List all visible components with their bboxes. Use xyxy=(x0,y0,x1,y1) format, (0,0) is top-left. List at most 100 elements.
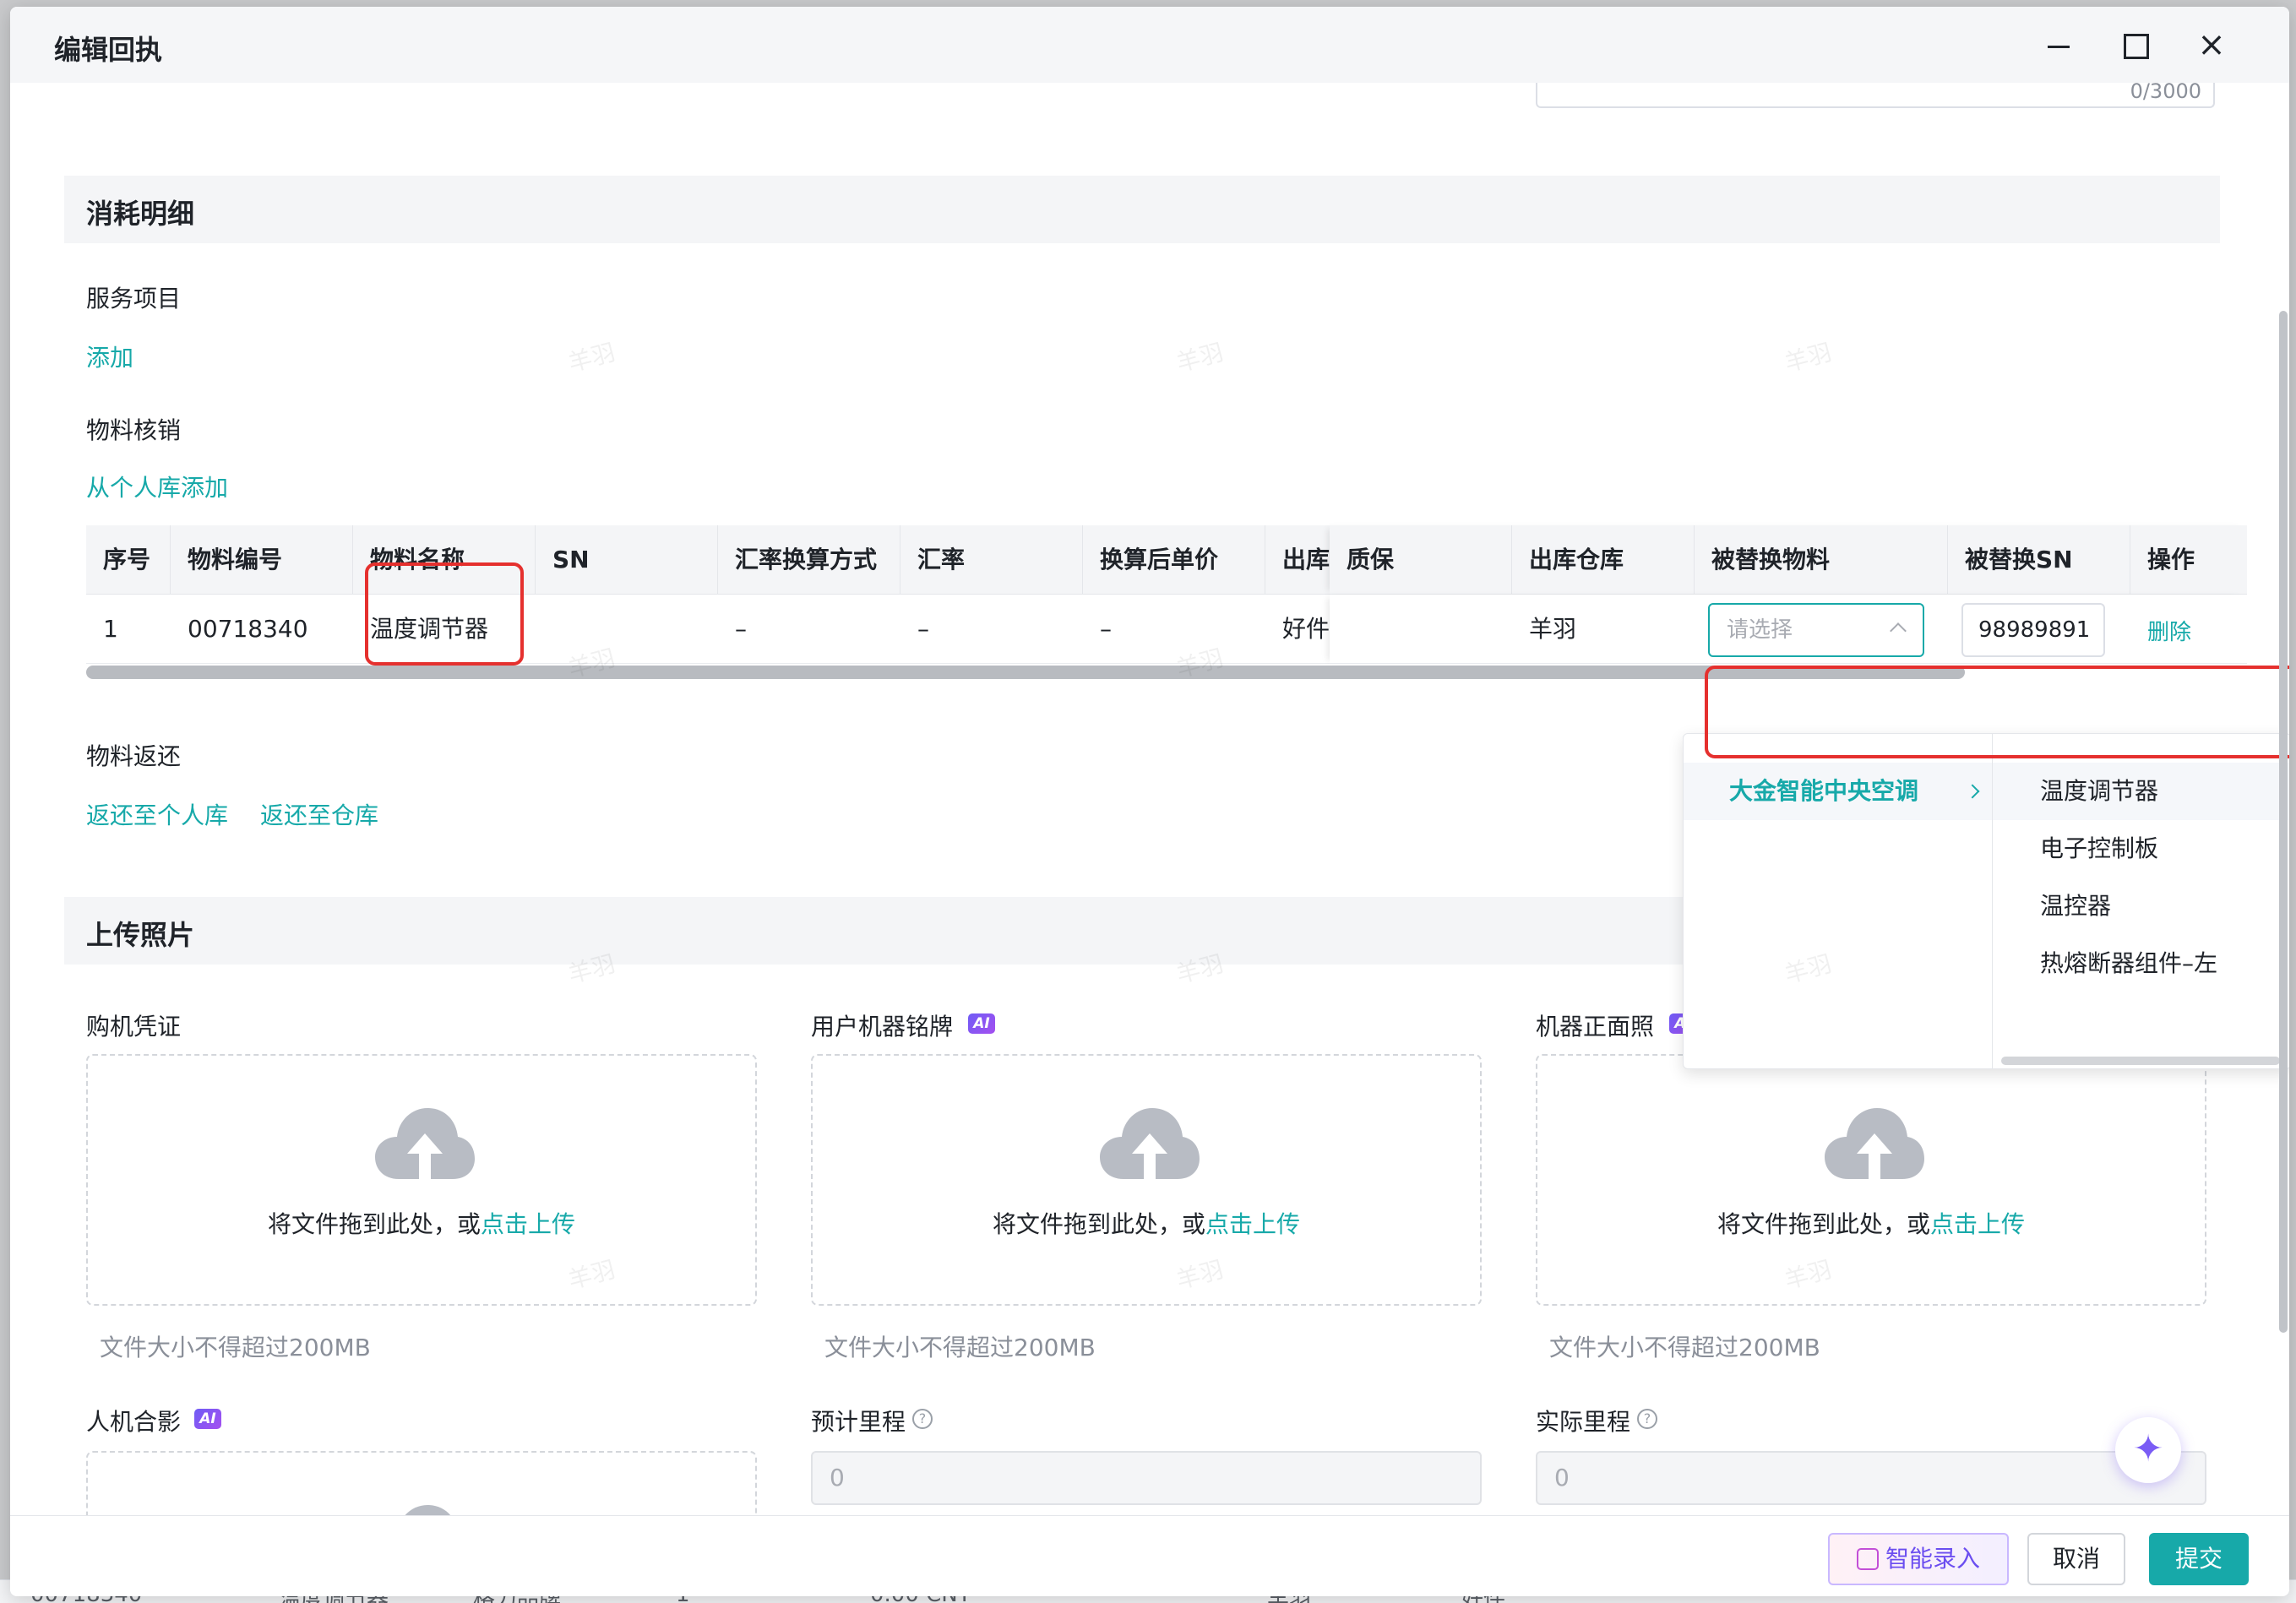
estimated-mileage-input[interactable]: 0 xyxy=(811,1451,1482,1505)
front-photo-label: 机器正面照 xyxy=(1536,1013,1655,1041)
upload-drag-text: 将文件拖到此处，或 xyxy=(1717,1210,1930,1238)
material-table-header: 序号 物料编号 物料名称 SN 汇率换算方式 汇率 换算后单价 出库 xyxy=(86,525,1338,595)
ai-badge-icon: AI xyxy=(194,1409,221,1429)
select-placeholder: 请选择 xyxy=(1727,617,1793,643)
table-horizontal-scrollbar[interactable] xyxy=(86,666,1965,679)
chevron-right-icon xyxy=(1965,784,1980,799)
size-hint: 文件大小不得超过200MB xyxy=(100,1334,371,1361)
add-service-link[interactable]: 添加 xyxy=(86,340,133,373)
col-warehouse: 出库仓库 xyxy=(1512,525,1695,595)
submit-button[interactable]: 提交 xyxy=(2149,1533,2249,1585)
smart-input-label: 智能录入 xyxy=(1885,1545,1980,1573)
col-replaced-sn: 被替换SN xyxy=(1948,525,2130,595)
char-counter: 0/3000 xyxy=(2130,83,2201,103)
watermark: 羊羽 xyxy=(565,338,618,378)
sparkle-icon: ✦ xyxy=(2132,1427,2164,1470)
col-index: 序号 xyxy=(86,525,171,595)
col-sn: SN xyxy=(536,525,718,595)
col-actions: 操作 xyxy=(2147,546,2195,573)
col-material-code: 物料编号 xyxy=(171,525,353,595)
nameplate-label: 用户机器铭牌 xyxy=(811,1013,954,1041)
cascader-dropdown: 大金智能中央空调 温度调节器 电子控制板 温控器 热熔断器组件–左 xyxy=(1683,733,2289,1069)
edit-receipt-dialog: 编辑回执 × 0/3000 消耗明细 服务项目 添加 物料核销 从个人库添加 序… xyxy=(10,7,2289,1596)
cell-replaced-material: 请选择 xyxy=(1695,595,1948,664)
click-upload-link[interactable]: 点击上传 xyxy=(1205,1210,1300,1238)
cancel-button[interactable]: 取消 xyxy=(2027,1533,2125,1585)
section-title: 消耗明细 xyxy=(86,198,195,230)
actual-mileage-input[interactable]: 0 xyxy=(1536,1451,2206,1505)
cascader-option[interactable]: 温控器 xyxy=(1993,878,2289,935)
replaced-sn-input[interactable]: 98989891 xyxy=(1961,603,2105,657)
cascader-level1: 大金智能中央空调 xyxy=(1684,734,1993,1068)
cloud-upload-icon xyxy=(405,1505,450,1515)
cascader-option[interactable]: 热熔断器组件–左 xyxy=(1993,935,2289,992)
delete-row-link[interactable]: 删除 xyxy=(2147,615,2191,646)
smart-input-button[interactable]: 智能录入 xyxy=(1828,1533,2009,1585)
upload-drag-text: 将文件拖到此处，或 xyxy=(267,1210,481,1238)
upload-person-photo[interactable] xyxy=(86,1451,757,1515)
material-table-fixed-header: 质保 出库仓库 被替换物料 被替换SN 操作 xyxy=(1330,525,2247,595)
purchase-proof-label: 购机凭证 xyxy=(86,1013,182,1041)
cell-rate-method: – xyxy=(735,615,747,643)
click-upload-link[interactable]: 点击上传 xyxy=(481,1210,575,1238)
minimize-icon[interactable] xyxy=(2038,24,2081,68)
cell-sn xyxy=(536,595,718,664)
dialog-content: 0/3000 消耗明细 服务项目 添加 物料核销 从个人库添加 序号 物料编号 … xyxy=(10,83,2289,1515)
question-icon[interactable]: ? xyxy=(912,1409,933,1429)
section-title: 上传照片 xyxy=(86,919,195,951)
return-to-personal-link[interactable]: 返还至个人库 xyxy=(86,797,228,831)
cascader-option-label: 大金智能中央空调 xyxy=(1729,777,1919,805)
cell-material-code: 00718340 xyxy=(188,615,308,643)
vertical-scrollbar[interactable] xyxy=(2279,311,2288,1333)
cloud-upload-icon xyxy=(1100,1108,1200,1179)
cloud-upload-icon xyxy=(375,1108,475,1179)
cell-rate: – xyxy=(917,615,929,643)
replaced-material-select[interactable]: 请选择 xyxy=(1708,603,1924,657)
upload-purchase-proof[interactable]: 将文件拖到此处，或点击上传 xyxy=(86,1054,757,1306)
cloud-upload-icon xyxy=(1825,1108,1924,1179)
col-replaced-material: 被替换物料 xyxy=(1695,525,1948,595)
cell-index: 1 xyxy=(103,615,118,643)
upload-nameplate[interactable]: 将文件拖到此处，或点击上传 xyxy=(811,1054,1482,1306)
return-to-warehouse-link[interactable]: 返还至仓库 xyxy=(260,797,378,831)
watermark: 羊羽 xyxy=(1173,338,1227,378)
ai-assistant-button[interactable]: ✦ xyxy=(2115,1417,2181,1483)
click-upload-link[interactable]: 点击上传 xyxy=(1930,1210,2025,1238)
size-hint: 文件大小不得超过200MB xyxy=(824,1334,1096,1361)
question-icon[interactable]: ? xyxy=(1637,1409,1657,1429)
cascader-option[interactable]: 大金智能中央空调 xyxy=(1684,763,1992,820)
upload-drag-text: 将文件拖到此处，或 xyxy=(992,1210,1205,1238)
upload-front-photo[interactable]: 将文件拖到此处，或点击上传 xyxy=(1536,1054,2206,1306)
watermark: 羊羽 xyxy=(1782,338,1835,378)
table-row: 1 00718340 温度调节器 – – – 好件 xyxy=(86,595,1338,664)
service-items-label: 服务项目 xyxy=(86,285,182,312)
dialog-titlebar: 编辑回执 × xyxy=(10,7,2289,83)
material-return-label: 物料返还 xyxy=(86,742,182,770)
cell-unit-price: – xyxy=(1100,615,1112,643)
person-photo-label: 人机合影 xyxy=(86,1408,182,1436)
cell-warranty xyxy=(1330,595,1512,664)
cascader-option[interactable]: 电子控制板 xyxy=(1993,820,2289,878)
cascader-scrollbar[interactable] xyxy=(2001,1057,2280,1065)
cell-outbound: 好件 xyxy=(1282,615,1330,643)
cascader-level2: 温度调节器 电子控制板 温控器 热熔断器组件–左 xyxy=(1993,734,2289,1068)
upload-hint: 将文件拖到此处，或点击上传 xyxy=(1537,1206,2205,1240)
dialog-title: 编辑回执 xyxy=(54,34,163,66)
add-from-personal-link[interactable]: 从个人库添加 xyxy=(86,470,228,503)
col-rate-method: 汇率换算方式 xyxy=(718,525,900,595)
actual-mileage-label: 实际里程 xyxy=(1536,1408,1631,1436)
material-writeoff-label: 物料核销 xyxy=(86,416,182,444)
cascader-option[interactable]: 温度调节器 xyxy=(1993,763,2289,820)
chevron-up-icon xyxy=(1890,622,1907,639)
ai-badge-icon: AI xyxy=(968,1013,995,1034)
maximize-icon[interactable] xyxy=(2114,24,2157,68)
smart-input-icon xyxy=(1856,1548,1879,1570)
close-icon[interactable]: × xyxy=(2190,24,2233,68)
dialog-footer: 智能录入 取消 提交 xyxy=(10,1515,2289,1596)
remark-textarea[interactable]: 0/3000 xyxy=(1536,83,2215,108)
col-unit-price: 换算后单价 xyxy=(1083,525,1265,595)
upload-hint: 将文件拖到此处，或点击上传 xyxy=(813,1206,1480,1240)
col-material-name: 物料名称 xyxy=(353,525,536,595)
upload-hint: 将文件拖到此处，或点击上传 xyxy=(88,1206,755,1240)
consumption-section-header: 消耗明细 xyxy=(64,176,2220,243)
